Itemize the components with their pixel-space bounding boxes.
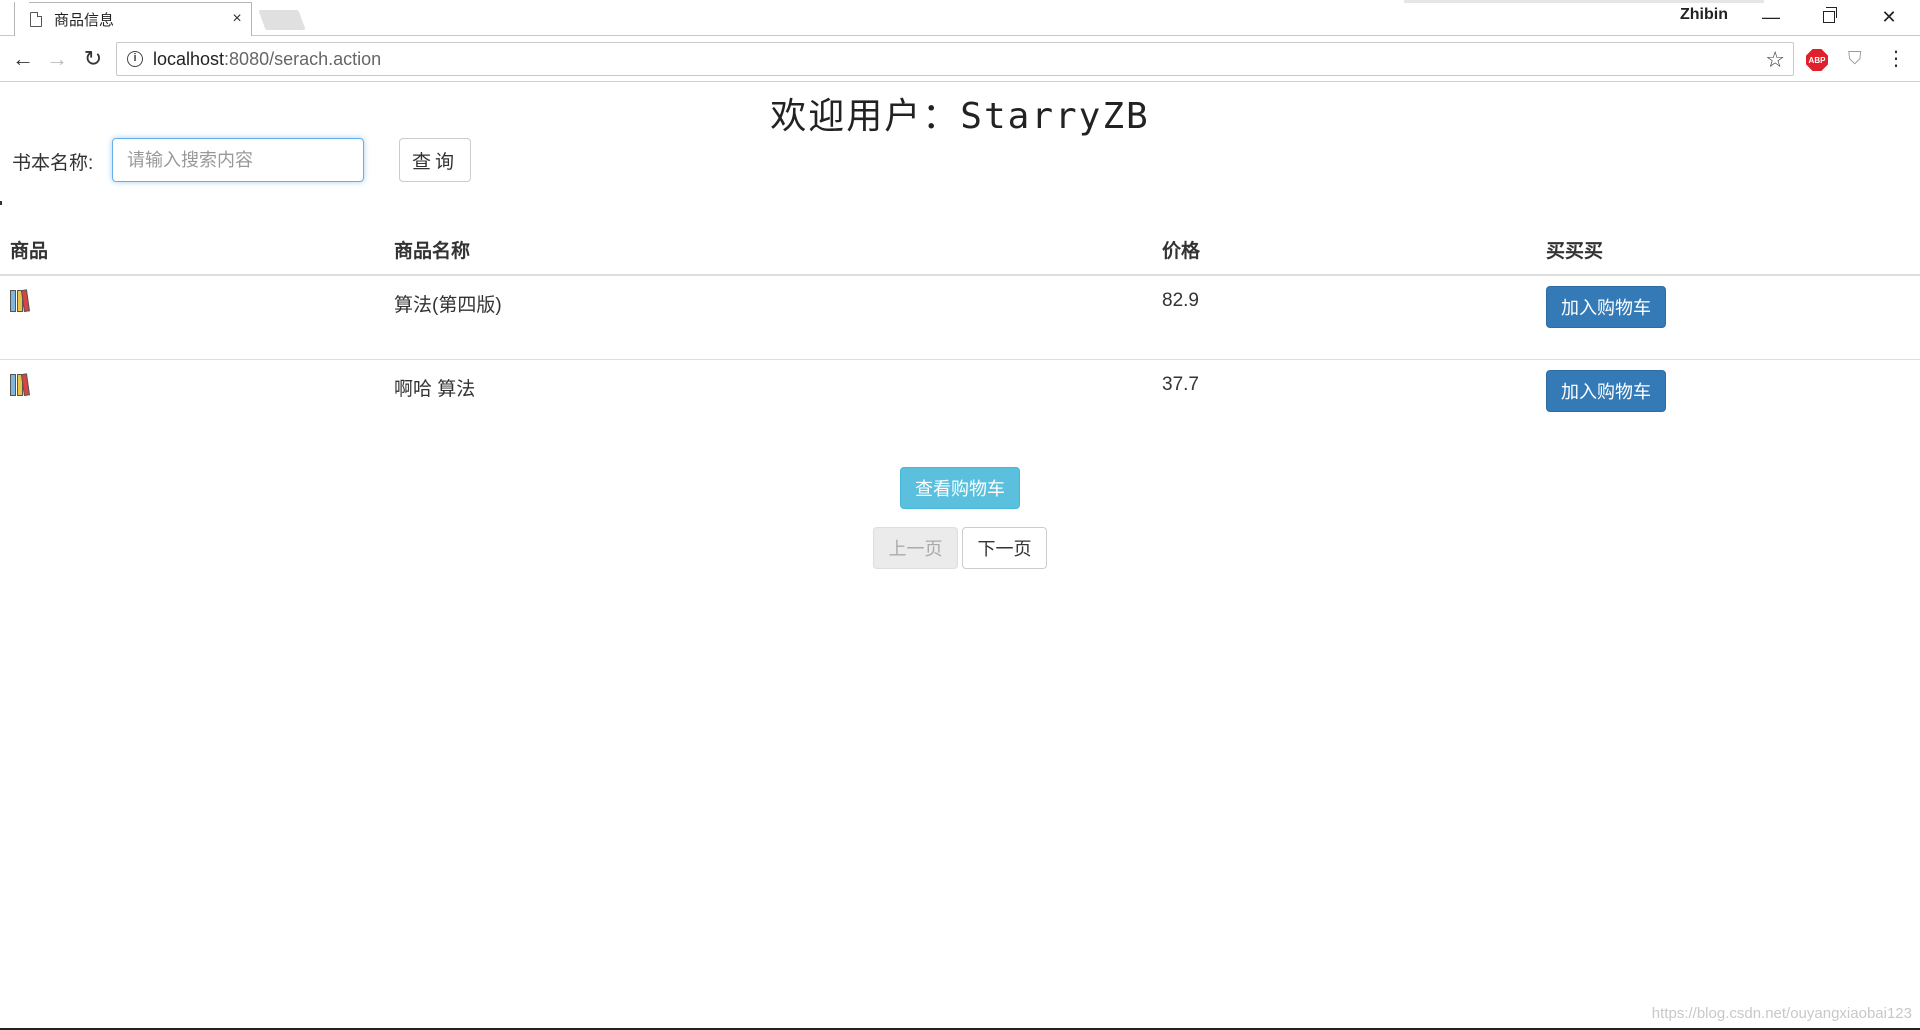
add-to-cart-button[interactable]: 加入购物车 [1546, 369, 1666, 412]
address-bar[interactable]: i localhost:8080/serach.action ☆ [116, 42, 1794, 76]
header-goods-name: 商品名称 [384, 225, 1152, 276]
tabstrip-decoration [1404, 0, 1764, 3]
forward-arrow-icon[interactable]: → [42, 44, 72, 74]
books-icon [10, 289, 30, 312]
reload-icon[interactable]: ↻ [78, 44, 108, 74]
goods-table: 商品 商品名称 价格 买买买 算法(第四版) 82.9 加入购物车 啊哈 算法 … [0, 225, 1920, 443]
profile-name[interactable]: Zhibin [1680, 6, 1728, 24]
header-price: 价格 [1152, 225, 1536, 276]
books-icon [10, 372, 30, 396]
tab-title: 商品信息 [54, 11, 115, 29]
goods-price: 37.7 [1152, 358, 1536, 443]
header-buy: 买买买 [1536, 225, 1920, 276]
search-button[interactable]: 查询 [399, 138, 471, 182]
watermark: https://blog.csdn.net/ouyangxiaobai123 [1651, 1005, 1912, 1022]
page-content: 欢迎用户：StarryZB 书本名称: 查询 商品 商品名称 价格 买买买 算法… [0, 83, 1920, 1030]
url-text[interactable]: localhost:8080/serach.action [153, 49, 381, 70]
close-tab-icon[interactable]: × [222, 10, 252, 28]
bookmark-star-icon[interactable]: ☆ [1765, 47, 1785, 73]
goods-action-cell: 加入购物车 [1536, 358, 1920, 443]
new-tab-button[interactable] [258, 10, 306, 30]
welcome-heading: 欢迎用户：StarryZB [770, 96, 1150, 137]
browser-tab-content[interactable]: 商品信息 × [14, 2, 252, 36]
goods-action-cell: 加入购物车 [1536, 275, 1920, 359]
url-path: :8080/serach.action [224, 48, 382, 69]
add-to-cart-button[interactable]: 加入购物车 [1546, 286, 1666, 328]
shield-icon[interactable]: ⛉ [1848, 48, 1862, 69]
goods-image-cell [0, 275, 384, 359]
restore-icon [1823, 7, 1837, 23]
header-goods: 商品 [0, 225, 384, 276]
table-header-row: 商品 商品名称 价格 买买买 [0, 225, 1920, 276]
search-label: 书本名称: [12, 153, 94, 174]
goods-image-cell [0, 358, 384, 443]
browser-toolbar: ← → ↻ i localhost:8080/serach.action ☆ A… [0, 36, 1920, 82]
browser-menu-icon[interactable]: ⋮ [1886, 46, 1906, 71]
page-icon [30, 11, 42, 27]
goods-name: 啊哈 算法 [384, 358, 1152, 443]
next-page-button[interactable]: 下一页 [962, 527, 1047, 569]
back-arrow-icon[interactable]: ← [8, 44, 38, 74]
minimize-button[interactable]: — [1742, 0, 1800, 34]
search-input[interactable] [112, 138, 364, 182]
close-window-button[interactable]: ✕ [1860, 0, 1918, 34]
goods-name: 算法(第四版) [394, 295, 502, 316]
goods-price: 82.9 [1162, 290, 1199, 311]
stray-mark [0, 201, 2, 205]
url-host: localhost [153, 48, 225, 69]
site-info-icon[interactable]: i [127, 51, 143, 67]
restore-button[interactable] [1800, 0, 1858, 34]
adblock-icon[interactable]: ABP [1806, 49, 1828, 71]
table-row: 啊哈 算法 37.7 加入购物车 [0, 358, 1920, 443]
prev-page-button[interactable]: 上一页 [873, 527, 958, 569]
browser-tabstrip: 商品信息 × Zhibin — ✕ [0, 0, 1920, 37]
table-row: 算法(第四版) 82.9 加入购物车 [0, 275, 1920, 359]
view-cart-button[interactable]: 查看购物车 [900, 467, 1020, 509]
